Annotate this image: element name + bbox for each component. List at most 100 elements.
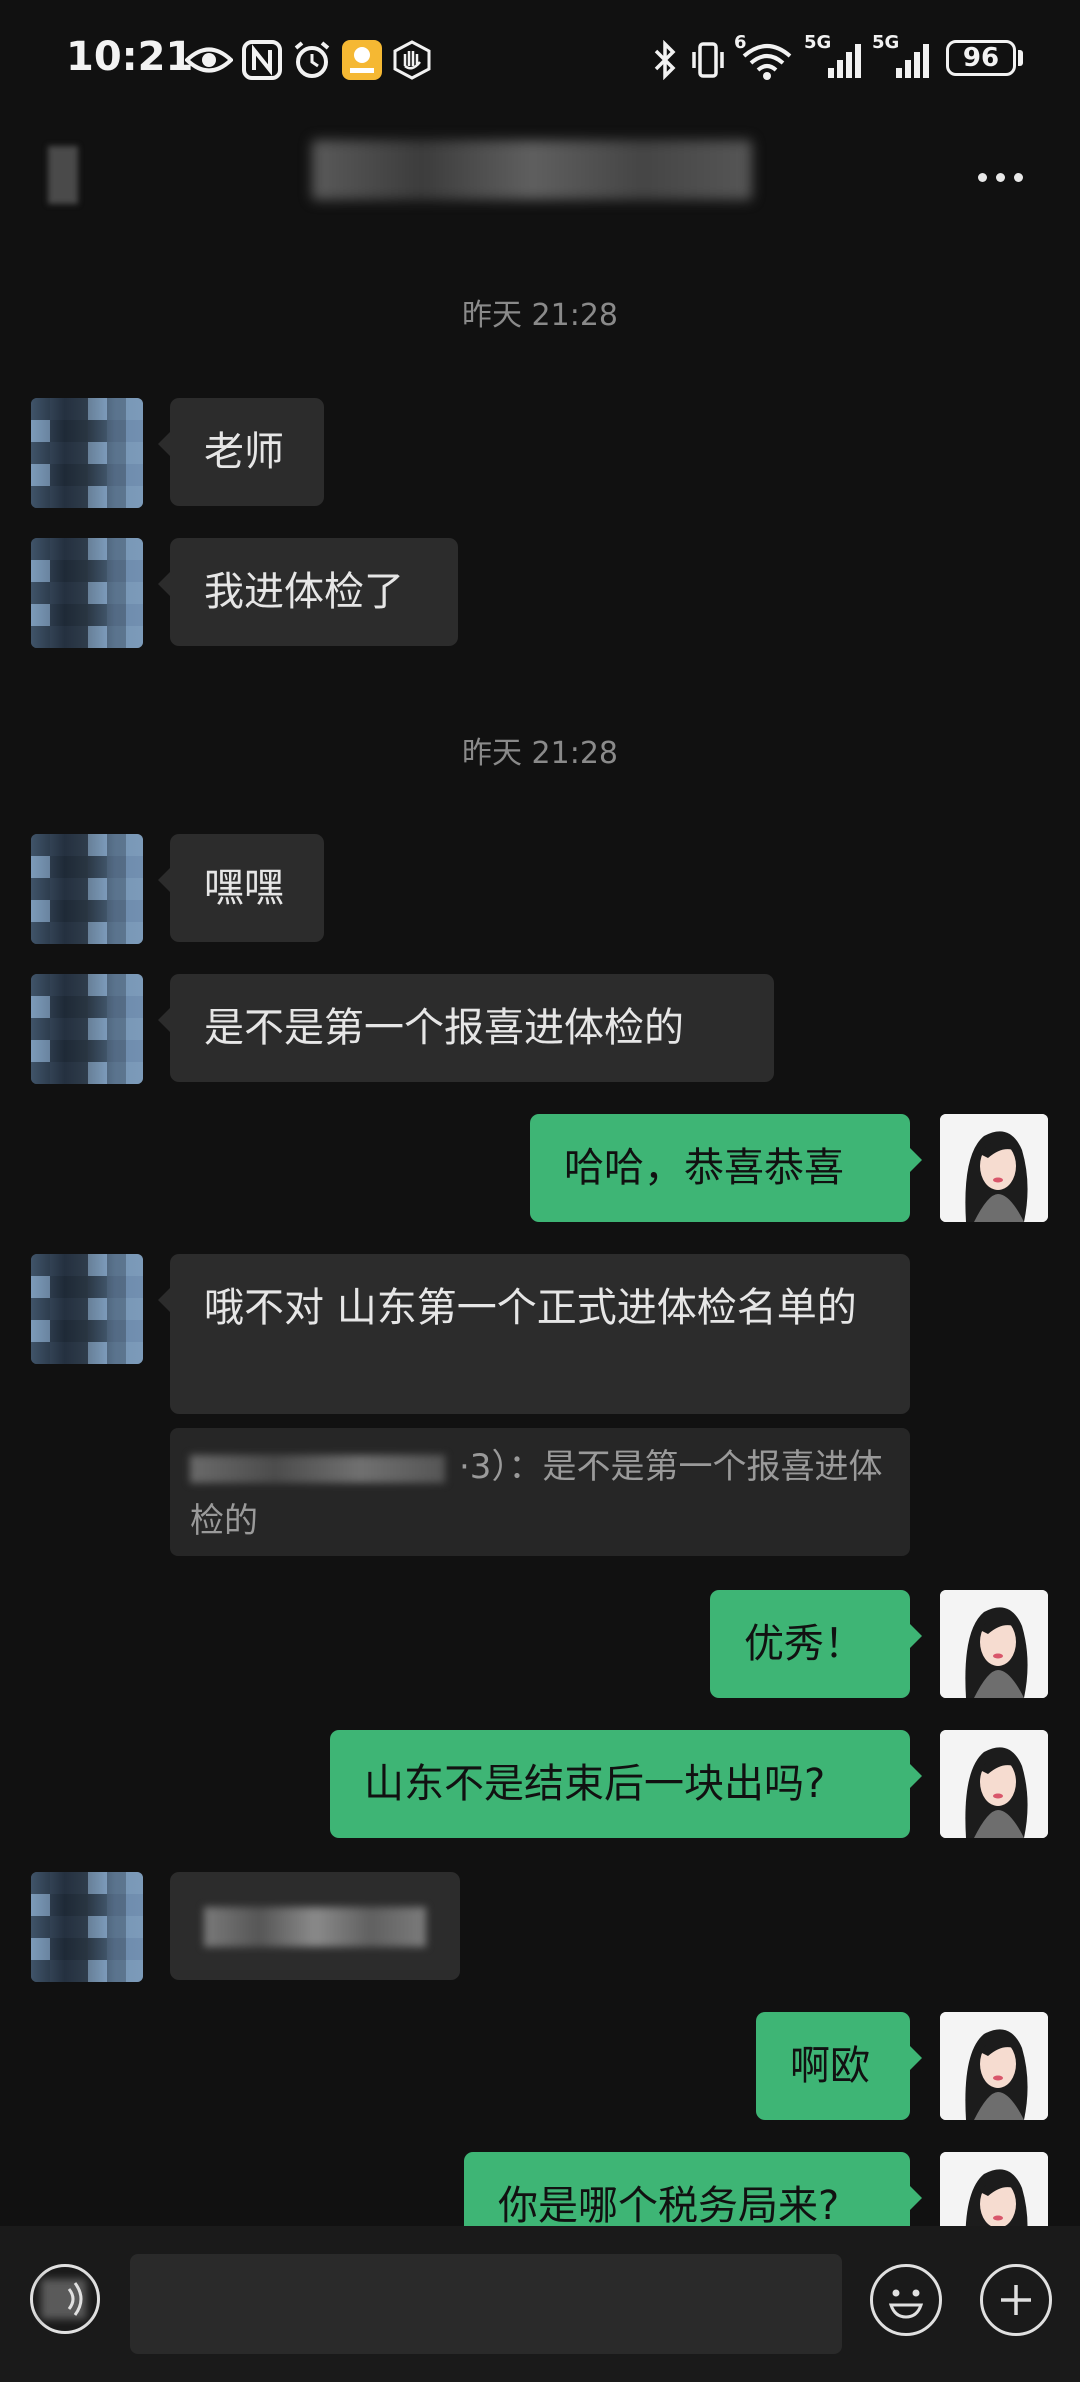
avatar-mosaic-block	[107, 1916, 126, 1938]
avatar-mosaic-block	[126, 1254, 143, 1276]
avatar-mosaic-block	[50, 878, 69, 900]
more-dots-icon	[977, 172, 987, 182]
contact-avatar[interactable]	[31, 538, 143, 648]
avatar-mosaic-block	[88, 1872, 107, 1894]
avatar-mosaic-block	[88, 974, 107, 996]
more-button[interactable]	[960, 152, 1040, 202]
avatar-mosaic-block	[50, 442, 69, 464]
avatar-mosaic-block	[107, 900, 126, 922]
chat-header	[0, 120, 1080, 235]
avatar-mosaic-block	[69, 1254, 88, 1276]
contact-avatar[interactable]	[31, 974, 143, 1084]
avatar-mosaic-block	[107, 1254, 126, 1276]
avatar-mosaic-block	[69, 878, 88, 900]
message-bubble-outgoing[interactable]: 山东不是结束后一块出吗?	[330, 1730, 922, 1838]
avatar-mosaic-block	[88, 1298, 107, 1320]
my-avatar[interactable]	[940, 1114, 1048, 1222]
avatar-mosaic-block	[126, 582, 143, 604]
avatar-mosaic-block	[107, 1062, 126, 1084]
back-button[interactable]	[40, 140, 90, 210]
avatar-mosaic-block	[107, 442, 126, 464]
avatar-mosaic-block	[50, 1298, 69, 1320]
avatar-mosaic-block	[69, 560, 88, 582]
message-bubble-outgoing[interactable]: 啊欧	[756, 2012, 922, 2120]
my-avatar[interactable]	[940, 1590, 1048, 1698]
message-input[interactable]	[130, 2254, 842, 2354]
my-avatar[interactable]	[940, 1730, 1048, 1838]
hand-icon	[390, 38, 434, 82]
avatar-mosaic-block	[107, 1298, 126, 1320]
wifi-icon: 6	[734, 32, 794, 82]
avatar-mosaic-block	[50, 1872, 69, 1894]
contact-avatar[interactable]	[31, 1872, 143, 1982]
avatar-mosaic-block	[31, 1254, 50, 1276]
avatar-mosaic-block	[31, 1276, 50, 1298]
avatar-mosaic-block	[50, 626, 69, 648]
message-bubble-incoming[interactable]	[170, 1872, 460, 1980]
avatar-mosaic-block	[31, 582, 50, 604]
avatar-mosaic-block	[50, 1040, 69, 1062]
message-bubble-incoming[interactable]: 老师	[158, 398, 324, 506]
battery-nub	[1018, 50, 1023, 66]
message-bubble-incoming[interactable]: 我进体检了	[158, 538, 458, 646]
avatar-mosaic-block	[126, 538, 143, 560]
avatar-mosaic-block	[69, 900, 88, 922]
avatar-mosaic-block	[126, 856, 143, 878]
avatar-mosaic-block	[50, 1960, 69, 1982]
avatar-mosaic-block	[50, 464, 69, 486]
avatar-mosaic-block	[50, 1062, 69, 1084]
avatar-mosaic-block	[88, 604, 107, 626]
emoji-icon	[888, 2289, 924, 2319]
emoji-button[interactable]	[870, 2264, 942, 2336]
avatar-mosaic-block	[107, 922, 126, 944]
avatar-mosaic-block	[126, 486, 143, 508]
avatar-mosaic-block	[88, 834, 107, 856]
message-bubble-incoming[interactable]: 哦不对 山东第一个正式进体检名单的	[158, 1254, 910, 1414]
message-bubble-incoming[interactable]: 是不是第一个报喜进体检的	[158, 974, 774, 1082]
avatar-mosaic-block	[50, 974, 69, 996]
avatar-mosaic-block	[107, 834, 126, 856]
portrait-illustration	[940, 1114, 1048, 1222]
avatar-mosaic-block	[88, 1040, 107, 1062]
avatar-mosaic-block	[126, 1894, 143, 1916]
avatar-mosaic-block	[69, 1320, 88, 1342]
avatar-mosaic-block	[88, 626, 107, 648]
avatar-mosaic-block	[31, 464, 50, 486]
avatar-mosaic-block	[88, 442, 107, 464]
avatar-mosaic-block	[88, 1960, 107, 1982]
avatar-mosaic-block	[31, 442, 50, 464]
status-bar: 10:21 6 5G 5G 96	[0, 0, 1080, 120]
avatar-mosaic-block	[69, 486, 88, 508]
quoted-message[interactable]: ·3）：是不是第一个报喜进体检的	[170, 1428, 910, 1556]
message-bubble-incoming[interactable]: 嘿嘿	[158, 834, 324, 942]
avatar-mosaic-block	[50, 1894, 69, 1916]
avatar-mosaic-block	[31, 974, 50, 996]
battery-icon: 96	[946, 40, 1016, 76]
avatar-mosaic-block	[88, 1320, 107, 1342]
avatar-mosaic-block	[31, 856, 50, 878]
avatar-mosaic-block	[88, 486, 107, 508]
avatar-mosaic-block	[88, 560, 107, 582]
avatar-mosaic-block	[50, 1018, 69, 1040]
voice-button[interactable]	[30, 2264, 100, 2334]
avatar-mosaic-block	[126, 1960, 143, 1982]
avatar-mosaic-block	[69, 538, 88, 560]
avatar-mosaic-block	[107, 582, 126, 604]
my-avatar[interactable]	[940, 2012, 1048, 2120]
avatar-mosaic-block	[107, 1276, 126, 1298]
message-bubble-outgoing[interactable]: 优秀！	[710, 1590, 922, 1698]
avatar-mosaic-block	[107, 1040, 126, 1062]
contact-avatar[interactable]	[31, 1254, 143, 1364]
avatar-mosaic-block	[107, 464, 126, 486]
avatar-mosaic-block	[107, 538, 126, 560]
contact-avatar[interactable]	[31, 834, 143, 944]
message-bubble-outgoing[interactable]: 哈哈，恭喜恭喜	[530, 1114, 922, 1222]
avatar-mosaic-block	[31, 1342, 50, 1364]
contact-avatar[interactable]	[31, 398, 143, 508]
plus-button[interactable]	[980, 2264, 1052, 2336]
avatar-mosaic-block	[50, 1276, 69, 1298]
avatar-mosaic-block	[31, 996, 50, 1018]
avatar-mosaic-block	[126, 974, 143, 996]
avatar-mosaic-block	[69, 442, 88, 464]
avatar-mosaic-block	[31, 486, 50, 508]
